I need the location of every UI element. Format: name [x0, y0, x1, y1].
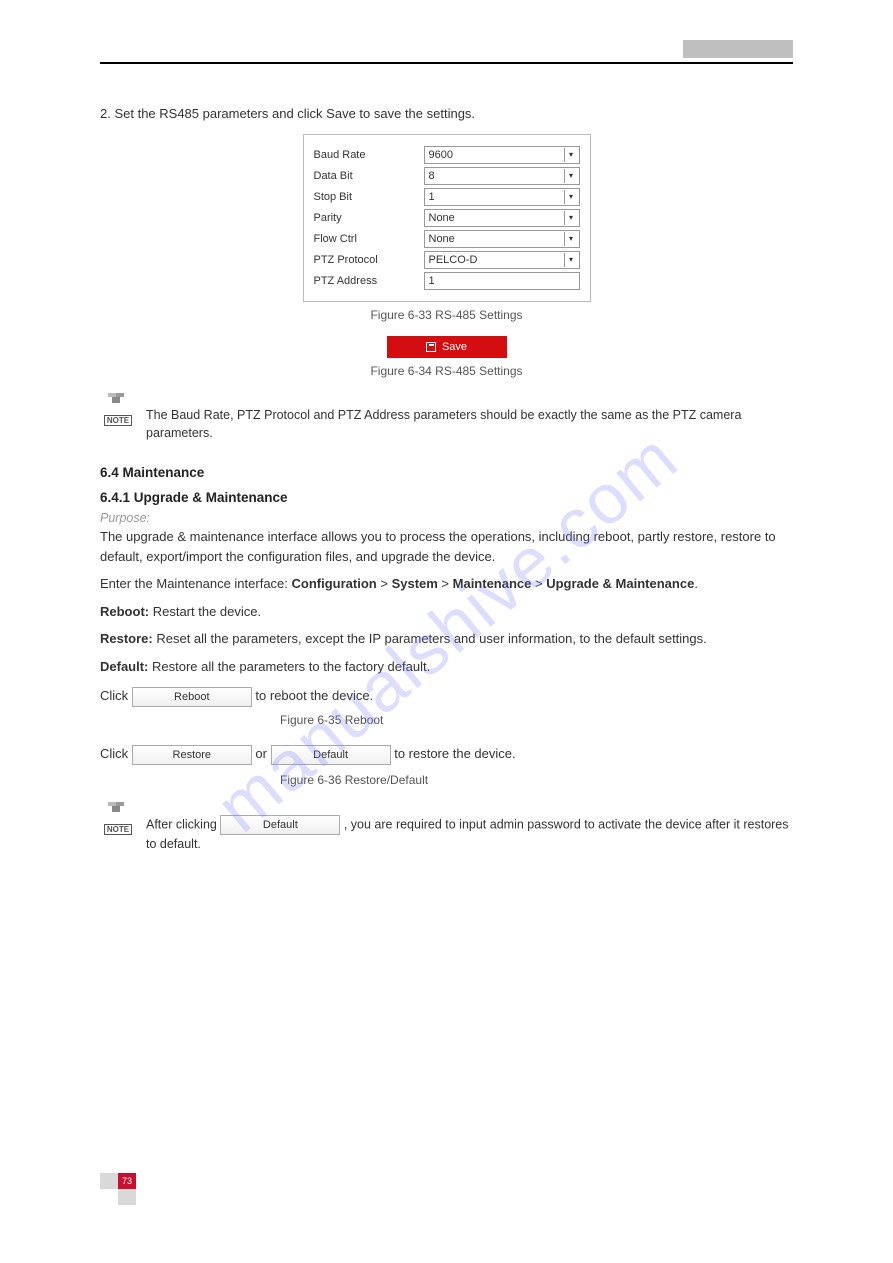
default-desc: Default: Restore all the parameters to t…	[100, 657, 793, 677]
data-bit-select[interactable]: 8 ▾	[424, 167, 580, 185]
data-bit-label: Data Bit	[314, 170, 424, 182]
parity-select[interactable]: None ▾	[424, 209, 580, 227]
figure-6-36-caption: Figure 6-36 Restore/Default	[280, 773, 793, 787]
page-footer: 73	[100, 1173, 136, 1205]
baud-rate-select[interactable]: 9600 ▾	[424, 146, 580, 164]
reboot-desc: Reboot: Restart the device.	[100, 602, 793, 622]
section-6-4-1-heading: 6.4.1 Upgrade & Maintenance	[100, 490, 793, 505]
chevron-down-icon: ▾	[564, 190, 578, 204]
header-right-block	[683, 40, 793, 58]
section-6-4-heading: 6.4 Maintenance	[100, 465, 793, 480]
purpose-text: The upgrade & maintenance interface allo…	[100, 527, 793, 566]
stop-bit-select[interactable]: 1 ▾	[424, 188, 580, 206]
page-header	[100, 40, 793, 64]
figure-6-33-caption: Figure 6-33 RS-485 Settings	[100, 308, 793, 322]
flow-ctrl-label: Flow Ctrl	[314, 233, 424, 245]
save-icon	[426, 342, 436, 352]
chevron-down-icon: ▾	[564, 211, 578, 225]
note-2: NOTE After clicking Default , you are re…	[100, 801, 793, 854]
save-button[interactable]: Save	[387, 336, 507, 358]
default-button[interactable]: Default	[271, 745, 391, 765]
figure-6-34-caption: Figure 6-34 RS-485 Settings	[100, 364, 793, 378]
restore-desc: Restore: Reset all the parameters, excep…	[100, 629, 793, 649]
ptz-address-label: PTZ Address	[314, 275, 424, 287]
reboot-line: Click Reboot to reboot the device.	[100, 684, 793, 707]
footer-block-2	[118, 1189, 136, 1205]
chevron-down-icon: ▾	[564, 169, 578, 183]
ptz-address-input[interactable]: 1	[424, 272, 580, 290]
step-2-text: 2. Set the RS485 parameters and click Sa…	[100, 104, 793, 124]
reboot-button[interactable]: Reboot	[132, 687, 252, 707]
restore-default-line: Click Restore or Default to restore the …	[100, 741, 793, 767]
note-1-text: The Baud Rate, PTZ Protocol and PTZ Addr…	[146, 392, 793, 444]
footer-page-number: 73	[118, 1173, 136, 1189]
footer-block-1	[100, 1173, 118, 1189]
purpose-label: Purpose:	[100, 511, 793, 525]
parity-label: Parity	[314, 212, 424, 224]
figure-6-35-caption: Figure 6-35 Reboot	[280, 713, 793, 727]
chevron-down-icon: ▾	[564, 148, 578, 162]
flow-ctrl-select[interactable]: None ▾	[424, 230, 580, 248]
ptz-protocol-select[interactable]: PELCO-D ▾	[424, 251, 580, 269]
enter-maintenance-text: Enter the Maintenance interface: Configu…	[100, 574, 793, 594]
note-icon: NOTE	[100, 801, 136, 835]
chevron-down-icon: ▾	[564, 232, 578, 246]
note-2-text: After clicking Default , you are require…	[146, 801, 793, 854]
note-1: NOTE The Baud Rate, PTZ Protocol and PTZ…	[100, 392, 793, 444]
chevron-down-icon: ▾	[564, 253, 578, 267]
default-button-inline[interactable]: Default	[220, 815, 340, 835]
restore-button[interactable]: Restore	[132, 745, 252, 765]
stop-bit-label: Stop Bit	[314, 191, 424, 203]
rs485-settings-panel: Baud Rate 9600 ▾ Data Bit 8 ▾ Stop Bit 1…	[303, 134, 591, 302]
baud-rate-label: Baud Rate	[314, 149, 424, 161]
note-icon: NOTE	[100, 392, 136, 426]
ptz-protocol-label: PTZ Protocol	[314, 254, 424, 266]
